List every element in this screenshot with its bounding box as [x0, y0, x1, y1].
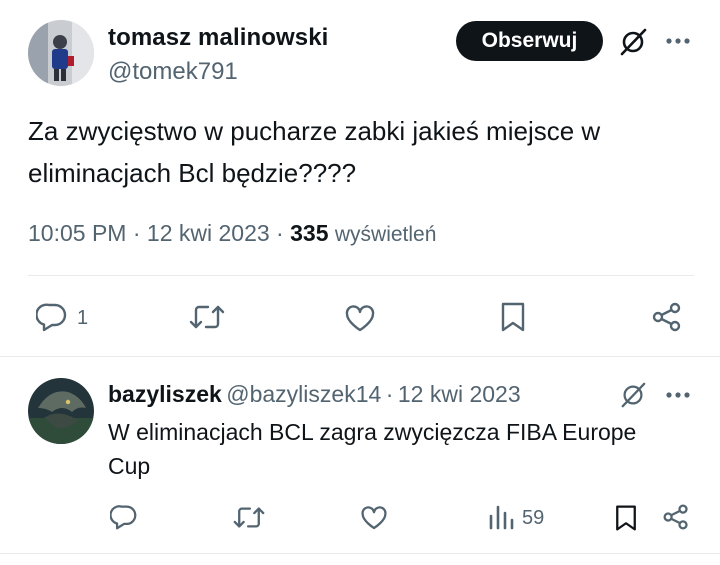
author-handle[interactable]: @tomek791	[108, 58, 238, 86]
grok-icon[interactable]	[618, 27, 648, 57]
more-icon[interactable]	[665, 390, 691, 400]
reply-author-avatar[interactable]	[28, 378, 94, 444]
views-icon[interactable]	[488, 504, 514, 530]
divider	[28, 275, 694, 276]
views-count: 59	[522, 507, 545, 529]
views-label: wyświetleń	[334, 223, 437, 246]
bookmark-icon[interactable]	[614, 504, 638, 532]
follow-button[interactable]: Obserwuj	[456, 21, 603, 61]
reply-header: bazyliszek @bazyliszek14 · 12 kwi 2023	[108, 381, 521, 408]
grok-icon[interactable]	[619, 381, 647, 409]
reply-icon[interactable]	[36, 302, 68, 332]
separator: ·	[132, 220, 141, 246]
share-icon[interactable]	[662, 503, 690, 531]
like-icon[interactable]	[360, 505, 388, 530]
divider	[0, 356, 720, 357]
share-icon[interactable]	[651, 301, 683, 333]
reply-count: 1	[77, 307, 89, 329]
reply-icon[interactable]	[110, 504, 138, 530]
tweet-text: Za zwycięstwo w pucharze zabki jakieś mi…	[28, 116, 601, 188]
bookmark-icon[interactable]	[500, 301, 526, 333]
more-icon[interactable]	[665, 36, 691, 46]
retweet-icon[interactable]	[189, 303, 225, 331]
views-count: 335	[290, 220, 329, 246]
tweet-meta: 10:05 PM · 12 kwi 2023 · 335 wyświetleń	[28, 220, 436, 247]
tweet-date[interactable]: 12 kwi 2023	[147, 220, 270, 246]
like-icon[interactable]	[344, 304, 376, 332]
reply-date[interactable]: 12 kwi 2023	[398, 381, 521, 407]
separator: ·	[276, 220, 284, 246]
author-avatar[interactable]	[28, 20, 94, 86]
divider	[0, 553, 720, 554]
tweet-time[interactable]: 10:05 PM	[28, 220, 126, 246]
reply-author-handle[interactable]: @bazyliszek14	[226, 381, 381, 407]
author-name[interactable]: tomasz malinowski	[108, 24, 328, 52]
reply-author-name[interactable]: bazyliszek	[108, 381, 222, 407]
reply-text: W eliminacjach BCL zagra zwycięzcza FIBA…	[108, 419, 637, 479]
separator: ·	[385, 381, 394, 407]
retweet-icon[interactable]	[233, 505, 265, 530]
